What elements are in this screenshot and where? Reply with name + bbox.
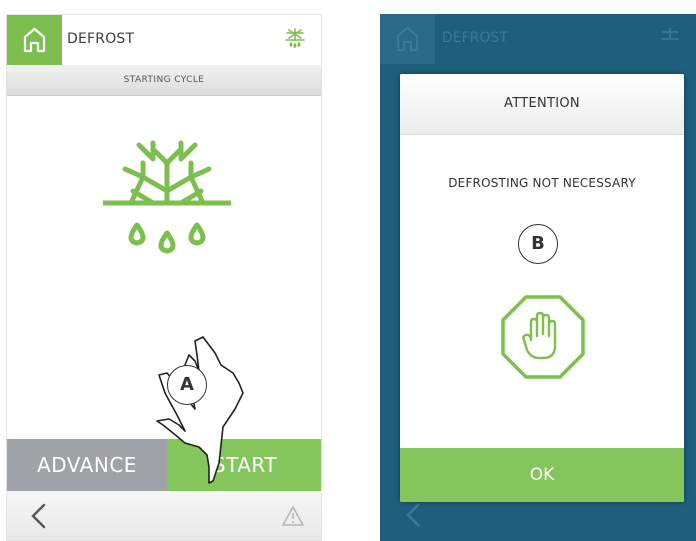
dialog-title: ATTENTION <box>504 96 580 111</box>
home-button[interactable] <box>7 15 62 65</box>
warning-icon[interactable] <box>281 505 305 527</box>
page-title-dimmed: DEFROST <box>442 30 508 46</box>
status-bar: STARTING CYCLE <box>7 65 321 96</box>
home-icon <box>23 27 46 53</box>
home-icon <box>396 26 419 52</box>
back-chevron-icon <box>406 503 420 527</box>
ok-button[interactable]: OK <box>400 448 684 502</box>
defrost-snowflake-icon <box>103 140 231 254</box>
defrost-screen: DEFROST STARTING CYCLE ADVANCE START A <box>6 14 322 541</box>
defrost-icon <box>661 28 679 40</box>
dialog-header: ATTENTION <box>400 74 684 135</box>
page-title: DEFROST <box>67 31 135 47</box>
stop-hand-icon <box>501 295 585 379</box>
callout-a: A <box>167 365 207 405</box>
back-chevron-icon[interactable] <box>29 503 49 529</box>
header-bar: DEFROST <box>7 15 321 66</box>
callout-b: B <box>518 224 558 264</box>
attention-dialog: ATTENTION DEFROSTING NOT NECESSARY B OK <box>400 74 684 502</box>
footer-bar <box>7 491 321 540</box>
status-text: STARTING CYCLE <box>123 75 205 85</box>
home-button-dimmed <box>380 14 435 64</box>
dialog-message: DEFROSTING NOT NECESSARY <box>448 176 636 190</box>
pointing-hand-icon <box>156 336 244 484</box>
defrost-icon <box>285 28 305 48</box>
advance-button[interactable]: ADVANCE <box>7 439 167 491</box>
attention-screen: DEFROST ATTENTION DEFROSTING NOT NECESSA… <box>380 14 696 541</box>
